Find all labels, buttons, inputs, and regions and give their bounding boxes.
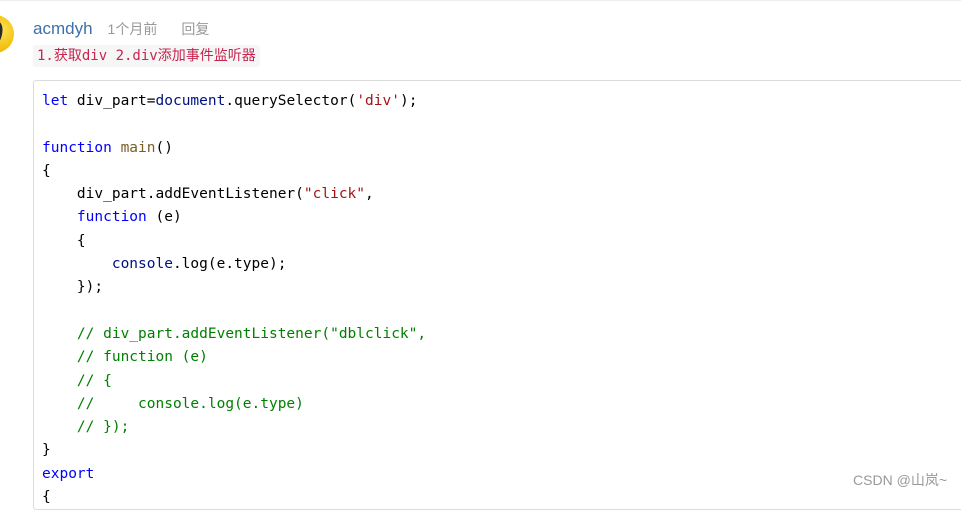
code-token: // div_part.addEventListener("dblclick", — [76, 325, 427, 342]
code-token: function — [42, 139, 112, 156]
code-line: console.log(e.type); — [42, 253, 426, 276]
code-token: { — [42, 232, 86, 249]
code-token: document — [155, 93, 226, 109]
code-token: () — [155, 139, 173, 156]
code-token: let — [42, 93, 69, 109]
code-line: // function (e) — [42, 346, 426, 369]
code-block[interactable]: let div_part=document.querySelector('div… — [33, 80, 961, 510]
code-token: export — [42, 465, 95, 482]
code-token: , — [365, 186, 374, 203]
code-token: 'div' — [356, 93, 400, 109]
watermark: CSDN @山岚~ — [853, 472, 947, 488]
avatar-figure — [0, 19, 6, 49]
code-token: .querySelector( — [225, 93, 357, 109]
code-token: ); — [399, 93, 418, 109]
code-lines: let div_part=document.querySelector('div… — [42, 90, 426, 509]
code-line: // div_part.addEventListener("dblclick", — [42, 323, 426, 346]
user-avatar[interactable] — [0, 15, 14, 53]
code-token: } — [42, 442, 51, 459]
code-token: // }); — [76, 419, 130, 436]
comment-time: 1个月前 — [107, 21, 158, 37]
code-token: console — [111, 256, 173, 273]
code-token: // { — [76, 372, 112, 389]
code-token: "click" — [303, 186, 366, 203]
code-line: }); — [42, 276, 426, 299]
comment-text: 1.获取div 2.div添加事件监听器 — [33, 45, 260, 67]
code-line: { — [42, 160, 426, 183]
code-token: }); — [42, 279, 104, 296]
code-line: div_part.addEventListener("click", — [42, 183, 426, 206]
code-line: function (e) — [42, 206, 426, 229]
code-token: function — [76, 209, 147, 226]
username-link[interactable]: acmdyh — [33, 19, 93, 39]
code-line: // }); — [42, 416, 426, 439]
code-token: (e) — [146, 209, 182, 226]
code-line: function main() — [42, 137, 426, 160]
code-token: // function (e) — [76, 349, 208, 366]
code-line: } — [42, 439, 426, 462]
code-line: let div_part=document.querySelector('div… — [42, 90, 426, 113]
code-token: .log(e.type); — [172, 256, 287, 273]
comment-header: acmdyh 1个月前 回复 — [33, 19, 209, 41]
code-line: // console.log(e.type) — [42, 393, 426, 416]
top-divider — [0, 0, 961, 1]
code-line: // { — [42, 370, 426, 393]
code-token: div_part= — [68, 93, 156, 109]
code-token: { — [42, 489, 51, 506]
code-token: main — [120, 139, 156, 156]
code-line: { — [42, 486, 426, 509]
code-line: { — [42, 230, 426, 253]
code-token: { — [42, 162, 51, 179]
code-token: // console.log(e.type) — [76, 395, 304, 412]
code-line: export — [42, 463, 426, 486]
reply-button[interactable]: 回复 — [181, 19, 209, 39]
code-token: div_part.addEventListener( — [42, 186, 304, 203]
